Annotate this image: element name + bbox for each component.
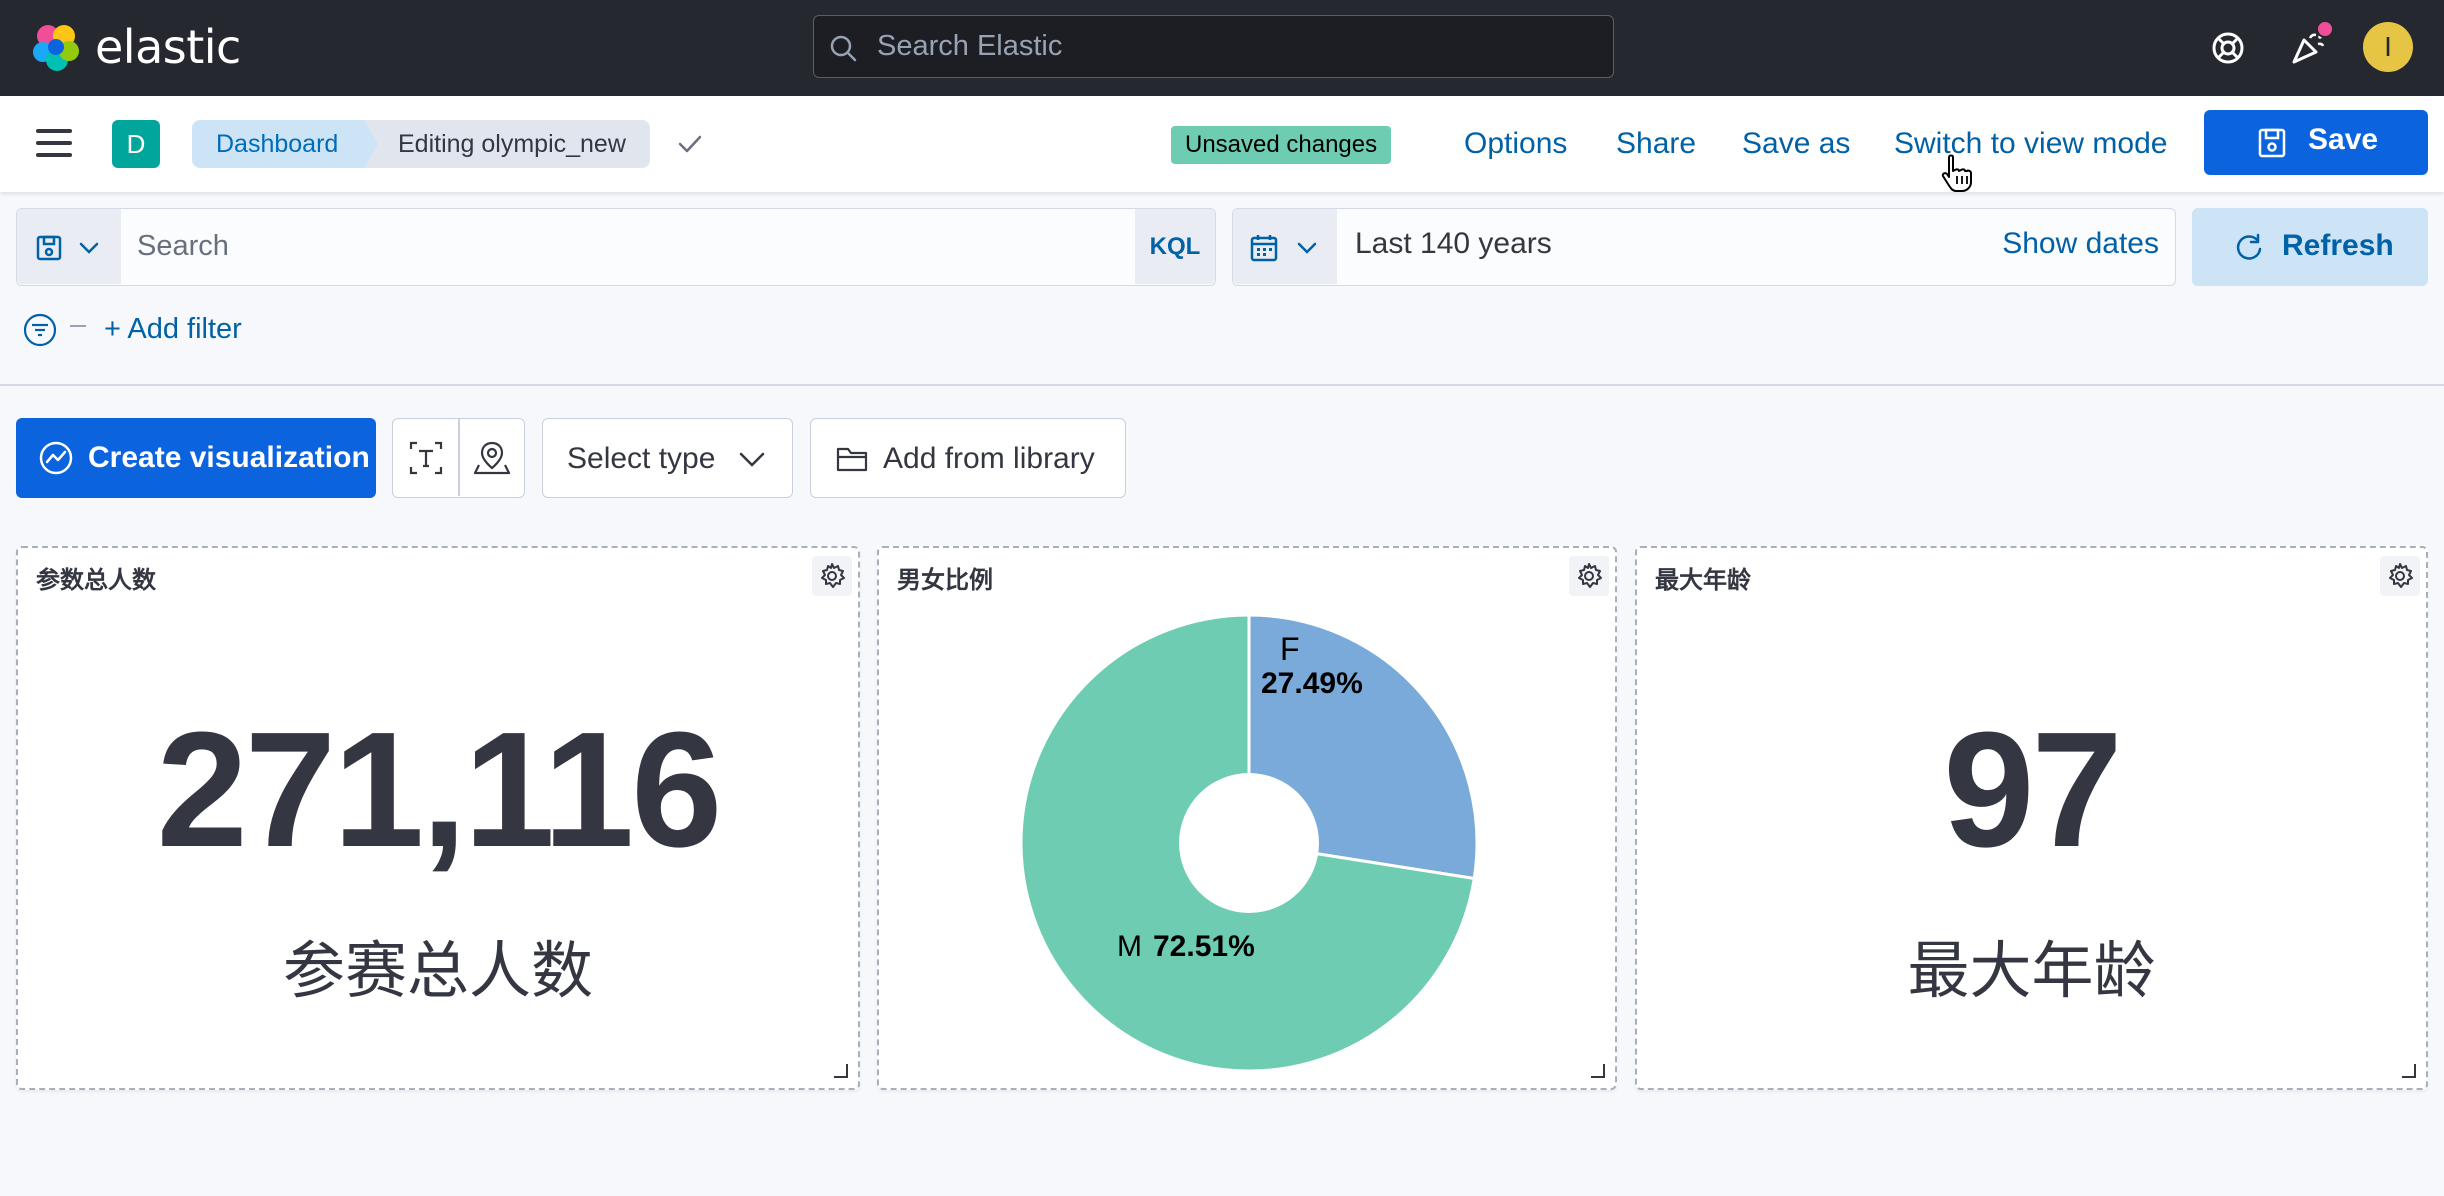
- global-search[interactable]: [813, 15, 1614, 78]
- add-from-library-button[interactable]: Add from library: [810, 418, 1126, 498]
- user-avatar[interactable]: I: [2363, 22, 2413, 72]
- resize-handle[interactable]: [1591, 1064, 1605, 1078]
- metric-value: 271,116: [156, 698, 723, 881]
- panel-gender-ratio[interactable]: 男女比例 F 27.49% M 72.51%: [877, 546, 1617, 1090]
- saved-query-menu-button[interactable]: [17, 209, 121, 284]
- share-link[interactable]: Share: [1616, 124, 1696, 164]
- save-icon: [2258, 128, 2286, 158]
- save-query-icon: [36, 235, 62, 261]
- slice-label-category: F: [1280, 631, 1300, 667]
- logo-text: elastic: [95, 20, 241, 74]
- query-search-input[interactable]: [137, 209, 1117, 284]
- add-from-library-label: Add from library: [883, 442, 1095, 475]
- visualize-icon: [39, 441, 73, 475]
- divider: [458, 419, 460, 496]
- chevron-down-icon: [1297, 242, 1317, 254]
- gear-icon: [2389, 563, 2413, 588]
- search-icon: [830, 35, 857, 62]
- metric-label: 参赛总人数: [282, 934, 593, 1007]
- panel-title: 最大年龄: [1655, 566, 1751, 594]
- slice-label-percent: 27.49%: [1261, 667, 1363, 700]
- breadcrumb-current: Editing olympic_new: [364, 120, 650, 168]
- panel-options-button[interactable]: [812, 556, 852, 596]
- date-range-text[interactable]: Last 140 years: [1355, 227, 1552, 261]
- global-search-input[interactable]: [877, 16, 1597, 76]
- top-header: elastic I: [0, 0, 2444, 96]
- refresh-icon: [2236, 233, 2262, 260]
- divider: [0, 384, 2444, 386]
- panel-total-participants[interactable]: 参数总人数 271,116 参赛总人数: [16, 546, 860, 1090]
- panel-max-age[interactable]: 最大年龄 97 最大年龄: [1635, 546, 2428, 1090]
- donut-hole: [1179, 773, 1319, 913]
- mouse-pointer-icon: [1941, 154, 1972, 192]
- resize-handle[interactable]: [2402, 1064, 2416, 1078]
- space-avatar[interactable]: D: [112, 120, 160, 168]
- create-visualization-label: Create visualization: [88, 441, 370, 474]
- elastic-logo[interactable]: [30, 22, 82, 74]
- notification-dot: [2316, 20, 2334, 38]
- quick-date-menu-button[interactable]: [1233, 209, 1337, 284]
- filter-options-icon[interactable]: [22, 312, 58, 348]
- app-header: D Dashboard Editing olympic_new Unsaved …: [0, 96, 2444, 192]
- gender-pie-chart[interactable]: F27.49% M 72.51%: [879, 548, 1615, 1088]
- options-link[interactable]: Options: [1464, 124, 1567, 164]
- show-dates-link[interactable]: Show dates: [2002, 227, 2159, 261]
- breadcrumb-dashboard[interactable]: Dashboard: [192, 120, 378, 168]
- select-type-label: Select type: [567, 442, 716, 475]
- panel-options-button[interactable]: [2380, 556, 2420, 596]
- refresh-button[interactable]: Refresh: [2192, 208, 2428, 286]
- markdown-text-icon[interactable]: [407, 439, 445, 477]
- quick-add-button-group: [392, 418, 525, 498]
- calendar-icon: [1250, 235, 1278, 262]
- select-type-dropdown[interactable]: Select type: [542, 418, 793, 498]
- save-as-link[interactable]: Save as: [1742, 124, 1850, 164]
- resize-handle[interactable]: [834, 1064, 848, 1078]
- slice-label-category: M: [1117, 930, 1142, 963]
- query-language-button[interactable]: KQL: [1135, 209, 1215, 284]
- query-bar: KQL: [16, 208, 1216, 286]
- create-visualization-button[interactable]: Create visualization: [16, 418, 376, 498]
- refresh-label: Refresh: [2282, 229, 2394, 262]
- check-icon[interactable]: [672, 126, 708, 162]
- menu-toggle-button[interactable]: [36, 127, 76, 161]
- gear-icon: [821, 563, 845, 588]
- folder-icon: [836, 447, 868, 472]
- filter-separator: [70, 325, 86, 327]
- save-button[interactable]: Save: [2204, 110, 2428, 175]
- add-filter-button[interactable]: + Add filter: [104, 313, 242, 346]
- chevron-down-icon: [739, 452, 765, 467]
- date-picker: Last 140 years Show dates: [1232, 208, 2176, 286]
- switch-to-view-mode-link[interactable]: Switch to view mode: [1894, 124, 2167, 164]
- help-icon[interactable]: [2204, 24, 2252, 72]
- panel-title: 参数总人数: [36, 566, 156, 594]
- slice-label-percent: 72.51%: [1153, 930, 1255, 963]
- save-label: Save: [2308, 123, 2379, 156]
- metric-value: 97: [1943, 698, 2122, 881]
- chevron-down-icon: [79, 242, 99, 254]
- unsaved-changes-badge: Unsaved changes: [1171, 126, 1392, 164]
- metric-label: 最大年龄: [1907, 934, 2156, 1007]
- maps-icon[interactable]: [473, 439, 511, 477]
